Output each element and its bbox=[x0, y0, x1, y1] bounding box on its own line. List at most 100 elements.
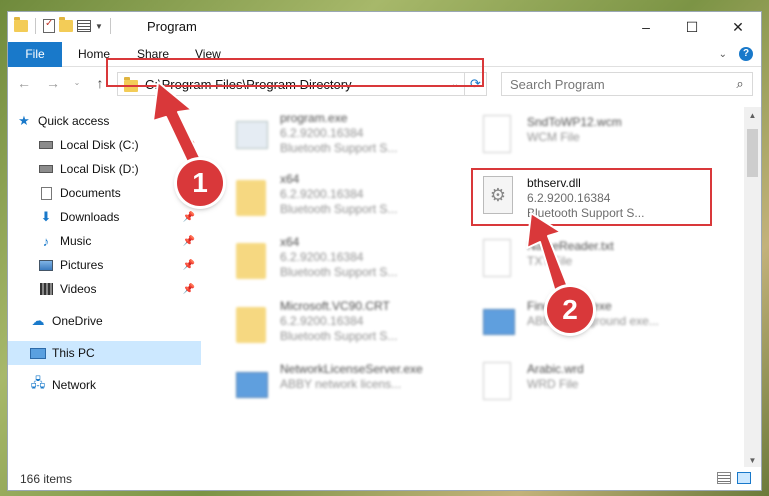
sidebar-item-downloads[interactable]: ⬇ Downloads 📌 bbox=[8, 205, 201, 229]
sidebar-item-label: Documents bbox=[60, 186, 121, 200]
videos-icon bbox=[38, 282, 54, 296]
drive-icon bbox=[38, 162, 54, 176]
search-icon[interactable]: ⌕ bbox=[728, 76, 752, 92]
file-version: 6.2.9200.16384 bbox=[280, 126, 364, 140]
sidebar-item-label: Downloads bbox=[60, 210, 120, 224]
expand-ribbon-icon[interactable]: ⌄ bbox=[719, 49, 727, 60]
navigation-pane: ★ Quick access Local Disk (C:) 📌 Local D… bbox=[8, 107, 201, 457]
folder-icon bbox=[14, 17, 28, 32]
new-folder-icon[interactable] bbox=[59, 17, 73, 32]
file-name: Microsoft.VC90.CRT bbox=[280, 299, 390, 313]
document-icon bbox=[483, 115, 519, 161]
view-options-icon[interactable] bbox=[77, 20, 91, 32]
search-box[interactable]: Search Program ⌕ bbox=[501, 72, 753, 96]
sidebar-item-local-disk-d[interactable]: Local Disk (D:) bbox=[8, 157, 201, 181]
view-toggle bbox=[717, 472, 751, 484]
sidebar-item-quick-access[interactable]: ★ Quick access bbox=[8, 109, 201, 133]
scrollbar-thumb[interactable] bbox=[747, 129, 758, 177]
help-icon[interactable]: ? bbox=[739, 47, 753, 61]
file-description: ABBY Background exe... bbox=[527, 314, 659, 328]
list-item[interactable]: FineReader.exe ABBY Background exe... bbox=[483, 295, 713, 351]
exe-icon bbox=[483, 299, 519, 345]
pin-icon[interactable]: 📌 bbox=[183, 212, 195, 223]
sidebar-item-documents[interactable]: Documents 📌 bbox=[8, 181, 201, 205]
file-description: Bluetooth Support S... bbox=[280, 265, 398, 279]
maximize-button[interactable]: ☐ bbox=[669, 12, 715, 42]
sidebar-item-this-pc[interactable]: This PC bbox=[8, 341, 201, 365]
properties-icon[interactable] bbox=[43, 18, 55, 33]
address-bar-highlight bbox=[106, 58, 484, 87]
toolbar-separator bbox=[109, 18, 111, 34]
list-item[interactable]: Arabic.wrd WRD File bbox=[483, 358, 713, 414]
sidebar-item-onedrive[interactable]: ☁ OneDrive bbox=[8, 309, 201, 333]
network-icon: 🖧 bbox=[30, 375, 46, 390]
exe-icon bbox=[236, 362, 272, 408]
sidebar-item-label: Local Disk (D:) bbox=[60, 162, 139, 176]
file-description: ABBY network licens... bbox=[280, 377, 402, 391]
folder-icon bbox=[236, 299, 272, 345]
forward-arrow-icon[interactable]: → bbox=[45, 75, 61, 91]
scroll-up-icon[interactable]: ▲ bbox=[744, 107, 761, 124]
sidebar-item-label: Pictures bbox=[60, 258, 104, 272]
item-count: 166 items bbox=[20, 471, 73, 486]
file-version: 6.2.9200.16384 bbox=[280, 187, 364, 201]
callout-badge-2: 2 bbox=[547, 287, 593, 333]
sidebar-item-local-disk-c[interactable]: Local Disk (C:) 📌 bbox=[8, 133, 201, 157]
file-name: SndToWP12.wcm bbox=[527, 115, 622, 129]
recent-locations-chevron-icon[interactable]: ⌄ bbox=[69, 75, 85, 91]
list-item[interactable]: program.exe 6.2.9200.16384 Bluetooth Sup… bbox=[236, 107, 466, 163]
file-type: WRD File bbox=[527, 377, 579, 391]
back-arrow-icon[interactable]: ← bbox=[16, 75, 32, 91]
file-type: WCM File bbox=[527, 130, 580, 144]
title-bar: ▼ Program – ☐ ✕ bbox=[8, 12, 761, 42]
document-icon bbox=[483, 239, 519, 285]
vertical-scrollbar[interactable]: ▲ ▼ bbox=[744, 107, 761, 469]
pictures-icon bbox=[38, 258, 54, 272]
list-item[interactable]: SndToWP12.wcm WCM File bbox=[483, 111, 713, 167]
star-icon: ★ bbox=[18, 113, 30, 128]
list-item[interactable]: x64 6.2.9200.16384 Bluetooth Support S..… bbox=[236, 168, 466, 224]
document-icon bbox=[483, 362, 519, 408]
file-name: x64 bbox=[280, 172, 300, 186]
sidebar-item-label: OneDrive bbox=[52, 314, 103, 328]
file-list: program.exe 6.2.9200.16384 Bluetooth Sup… bbox=[208, 107, 738, 457]
details-view-icon[interactable] bbox=[717, 472, 731, 484]
file-description: Bluetooth Support S... bbox=[280, 202, 398, 216]
pin-icon[interactable]: 📌 bbox=[183, 236, 195, 247]
list-item[interactable]: NetworkLicenseServer.exe ABBY network li… bbox=[236, 358, 466, 414]
search-input[interactable]: Search Program bbox=[510, 77, 728, 92]
toolbar-separator bbox=[35, 18, 36, 34]
music-icon: ♪ bbox=[42, 233, 50, 249]
pin-icon[interactable]: 📌 bbox=[183, 140, 195, 151]
file-name: program.exe bbox=[280, 111, 348, 125]
pin-icon[interactable]: 📌 bbox=[183, 284, 195, 295]
computer-icon bbox=[30, 346, 46, 360]
file-name: NameReader.txt bbox=[527, 239, 614, 253]
tab-file[interactable]: File bbox=[8, 42, 62, 67]
documents-icon bbox=[38, 186, 54, 200]
sidebar-item-videos[interactable]: Videos 📌 bbox=[8, 277, 201, 301]
pin-icon[interactable]: 📌 bbox=[183, 260, 195, 271]
list-item[interactable]: NameReader.txt TXT File bbox=[483, 235, 713, 291]
minimize-button[interactable]: – bbox=[623, 12, 669, 42]
file-type: TXT File bbox=[527, 254, 573, 268]
download-icon: ⬇ bbox=[40, 209, 52, 224]
drive-icon bbox=[38, 138, 54, 152]
window-controls: – ☐ ✕ bbox=[623, 12, 761, 42]
close-button[interactable]: ✕ bbox=[715, 12, 761, 42]
customize-toolbar-dropdown-icon[interactable]: ▼ bbox=[95, 22, 103, 31]
sidebar-item-network[interactable]: 🖧 Network bbox=[8, 373, 201, 397]
file-description: Bluetooth Support S... bbox=[280, 141, 398, 155]
sidebar-item-label: Network bbox=[52, 378, 97, 392]
list-item[interactable]: Microsoft.VC90.CRT 6.2.9200.16384 Blueto… bbox=[236, 295, 466, 351]
folder-icon bbox=[236, 172, 272, 218]
large-icons-view-icon[interactable] bbox=[737, 472, 751, 484]
list-item[interactable]: x64 6.2.9200.16384 Bluetooth Support S..… bbox=[236, 231, 466, 287]
sidebar-item-pictures[interactable]: Pictures 📌 bbox=[8, 253, 201, 277]
exe-icon bbox=[236, 111, 272, 157]
file-version: 6.2.9200.16384 bbox=[280, 250, 364, 264]
sidebar-item-music[interactable]: ♪ Music 📌 bbox=[8, 229, 201, 253]
status-bar: 166 items bbox=[8, 467, 761, 490]
folder-icon bbox=[236, 235, 272, 281]
file-name: NetworkLicenseServer.exe bbox=[280, 362, 423, 376]
